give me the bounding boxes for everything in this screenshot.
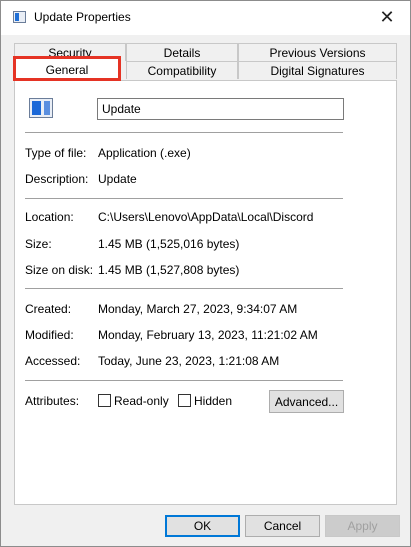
created-label: Created: [25,302,72,316]
divider [25,288,343,289]
modified-label: Modified: [25,328,74,342]
ok-button[interactable]: OK [165,515,240,537]
created-value: Monday, March 27, 2023, 9:34:07 AM [98,302,298,316]
divider [25,198,343,199]
application-exe-icon [13,11,26,23]
size-value: 1.45 MB (1,525,016 bytes) [98,237,240,251]
advanced-button[interactable]: Advanced... [269,390,344,413]
close-icon[interactable]: ✕ [364,1,410,35]
location-label: Location: [25,210,74,224]
read-only-checkbox[interactable] [98,394,111,407]
size-on-disk-label: Size on disk: [25,263,94,277]
accessed-value: Today, June 23, 2023, 1:21:08 AM [98,354,280,368]
window-title: Update Properties [34,10,131,24]
description-value: Update [98,172,137,186]
title-bar: Update Properties ✕ [1,1,410,35]
tab-digital-signatures[interactable]: Digital Signatures [238,61,397,79]
size-label: Size: [25,237,52,251]
attributes-label: Attributes: [25,394,80,408]
tab-general[interactable]: General [14,58,120,80]
hidden-label: Hidden [194,394,233,408]
location-value: C:\Users\Lenovo\AppData\Local\Discord [98,210,314,224]
tab-details[interactable]: Details [126,43,238,61]
type-of-file-label: Type of file: [25,146,87,160]
tab-compatibility[interactable]: Compatibility [126,61,238,79]
tab-previous-versions[interactable]: Previous Versions [238,43,397,61]
file-name-input[interactable] [97,98,344,120]
modified-value: Monday, February 13, 2023, 11:21:02 AM [98,328,318,342]
divider [25,380,343,381]
properties-dialog: Update Properties ✕ Security Details Pre… [0,0,411,547]
divider [25,132,343,133]
application-exe-icon [29,98,53,118]
accessed-label: Accessed: [25,354,81,368]
description-label: Description: [25,172,89,186]
hidden-checkbox[interactable] [178,394,191,407]
cancel-button[interactable]: Cancel [245,515,320,537]
read-only-label: Read-only [114,394,169,408]
apply-button[interactable]: Apply [325,515,400,537]
general-tab-panel [14,80,397,505]
type-of-file-value: Application (.exe) [98,146,191,160]
size-on-disk-value: 1.45 MB (1,527,808 bytes) [98,263,240,277]
